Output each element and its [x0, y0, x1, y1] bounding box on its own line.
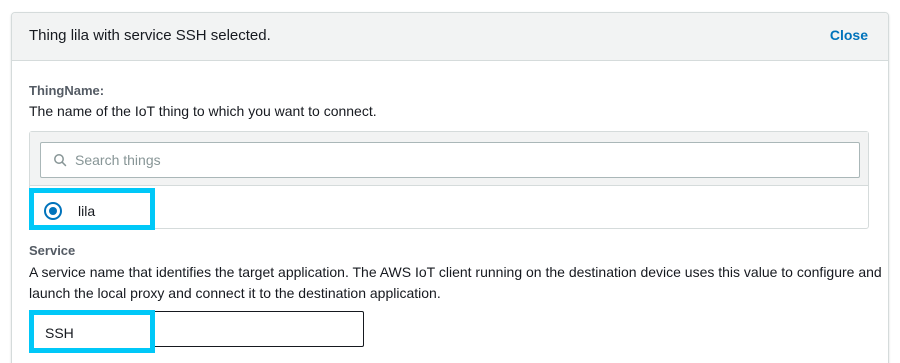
panel-header: Thing lila with service SSH selected. Cl… — [12, 13, 888, 61]
service-description-line1: A service name that identifies the targe… — [29, 264, 882, 280]
thingname-description: The name of the IoT thing to which you w… — [29, 103, 377, 119]
close-link[interactable]: Close — [830, 27, 868, 43]
thing-search-bar: Search things — [30, 132, 868, 186]
thing-option-label: lila — [78, 203, 96, 219]
search-placeholder: Search things — [75, 152, 161, 168]
thing-radio-option-lila[interactable]: lila — [29, 188, 155, 230]
service-label: Service — [29, 243, 76, 258]
search-things-input[interactable]: Search things — [40, 142, 860, 178]
search-icon — [54, 154, 67, 167]
radio-dot — [49, 207, 57, 215]
service-description-line2: launch the local proxy and connect it to… — [29, 285, 441, 301]
radio-selected-icon[interactable] — [44, 202, 62, 220]
service-value-highlight[interactable]: SSH — [29, 310, 155, 353]
thing-selector: Search things — [29, 131, 869, 229]
tunnel-selection-panel: Thing lila with service SSH selected. Cl… — [11, 12, 889, 363]
thingname-label: ThingName: — [29, 83, 105, 98]
panel-title: Thing lila with service SSH selected. — [29, 27, 271, 44]
service-value: SSH — [45, 325, 74, 341]
